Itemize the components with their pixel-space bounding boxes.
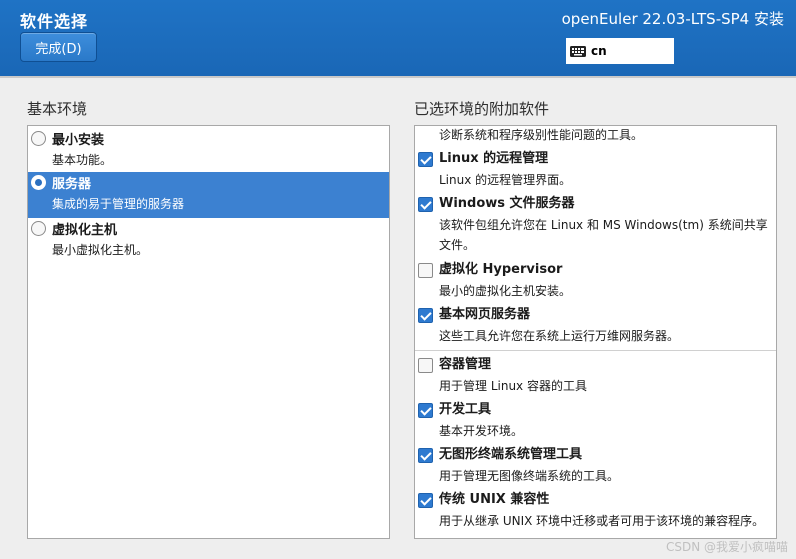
done-button[interactable]: 完成(D) <box>20 32 97 62</box>
env-item-minimal[interactable]: 最小安装 基本功能。 <box>28 128 389 174</box>
header-divider <box>0 76 796 78</box>
addons-separator <box>415 350 776 351</box>
addon-item-container[interactable]: 容器管理 用于管理 Linux 容器的工具 <box>415 354 776 396</box>
addon-title: 传统 UNIX 兼容性 <box>439 492 550 507</box>
keyboard-layout-indicator[interactable]: cn <box>566 38 674 64</box>
checkbox-checked[interactable] <box>418 308 433 323</box>
addons-list[interactable]: 诊断系统和程序级别性能问题的工具。 Linux 的远程管理 Linux 的远程管… <box>414 125 777 539</box>
addon-title: 容器管理 <box>439 357 492 372</box>
keyboard-icon <box>570 45 586 57</box>
checkbox-unchecked[interactable] <box>418 358 433 373</box>
addon-desc: 该软件包组允许您在 Linux 和 MS Windows(tm) 系统间共享文件… <box>439 218 768 252</box>
watermark: CSDN @我爱小疯喵喵 <box>665 540 788 554</box>
checkbox-checked[interactable] <box>418 197 433 212</box>
addons-heading: 已选环境的附加软件 <box>414 100 550 118</box>
base-env-heading: 基本环境 <box>27 100 88 118</box>
header-bar: 软件选择 完成(D) openEuler 22.03-LTS-SP4 安装 cn <box>0 0 796 76</box>
addon-desc: 用于从继承 UNIX 环境中迁移或者可用于该环境的兼容程序。 <box>439 514 765 528</box>
page-title: 软件选择 <box>20 12 89 31</box>
env-item-desc: 基本功能。 <box>52 153 113 167</box>
addon-title: Linux 的远程管理 <box>439 151 549 166</box>
addon-desc: 用于管理无图像终端系统的工具。 <box>439 469 620 483</box>
env-item-title: 最小安装 <box>52 133 105 148</box>
addon-item-headless-mgmt[interactable]: 无图形终端系统管理工具 用于管理无图像终端系统的工具。 <box>415 444 776 486</box>
radio-button-selected[interactable] <box>31 175 46 190</box>
addon-title: 虚拟化 Hypervisor <box>439 262 563 277</box>
env-item-desc: 集成的易于管理的服务器 <box>52 197 185 211</box>
addon-desc: Linux 的远程管理界面。 <box>439 173 572 187</box>
env-item-title: 服务器 <box>52 177 92 192</box>
addon-title: 基本网页服务器 <box>439 307 531 322</box>
env-item-title: 虚拟化主机 <box>52 223 118 238</box>
addon-title: Windows 文件服务器 <box>439 196 575 211</box>
addon-item-windows-fs[interactable]: Windows 文件服务器 该软件包组允许您在 Linux 和 MS Windo… <box>415 193 776 255</box>
addon-item-dev-tools[interactable]: 开发工具 基本开发环境。 <box>415 399 776 441</box>
addon-desc: 用于管理 Linux 容器的工具 <box>439 379 587 393</box>
addon-desc: 基本开发环境。 <box>439 424 524 438</box>
addon-desc: 这些工具允许您在系统上运行万维网服务器。 <box>439 329 680 343</box>
addon-item-linux-remote[interactable]: Linux 的远程管理 Linux 的远程管理界面。 <box>415 148 776 190</box>
checkbox-checked[interactable] <box>418 152 433 167</box>
product-title: openEuler 22.03-LTS-SP4 安装 <box>561 10 784 28</box>
env-item-desc: 最小虚拟化主机。 <box>52 243 149 257</box>
addon-item-hypervisor[interactable]: 虚拟化 Hypervisor 最小的虚拟化主机安装。 <box>415 259 776 301</box>
env-item-virt-host[interactable]: 虚拟化主机 最小虚拟化主机。 <box>28 218 389 264</box>
addon-partial: 诊断系统和程序级别性能问题的工具。 <box>415 126 776 145</box>
checkbox-unchecked[interactable] <box>418 263 433 278</box>
checkbox-checked[interactable] <box>418 493 433 508</box>
radio-button[interactable] <box>31 221 46 236</box>
checkbox-checked[interactable] <box>418 403 433 418</box>
addon-title: 开发工具 <box>439 402 492 417</box>
base-env-list: 最小安装 基本功能。 服务器 集成的易于管理的服务器 虚拟化主机 最小虚拟化主机… <box>27 125 390 539</box>
addon-title: 无图形终端系统管理工具 <box>439 447 583 462</box>
addon-item-web-server[interactable]: 基本网页服务器 这些工具允许您在系统上运行万维网服务器。 <box>415 304 776 346</box>
checkbox-checked[interactable] <box>418 448 433 463</box>
addon-desc: 诊断系统和程序级别性能问题的工具。 <box>439 128 644 142</box>
addon-desc: 最小的虚拟化主机安装。 <box>439 284 572 298</box>
radio-button[interactable] <box>31 131 46 146</box>
keyboard-layout-label: cn <box>591 44 607 58</box>
env-item-server[interactable]: 服务器 集成的易于管理的服务器 <box>28 172 389 218</box>
addon-item-unix-compat[interactable]: 传统 UNIX 兼容性 用于从继承 UNIX 环境中迁移或者可用于该环境的兼容程… <box>415 489 776 531</box>
